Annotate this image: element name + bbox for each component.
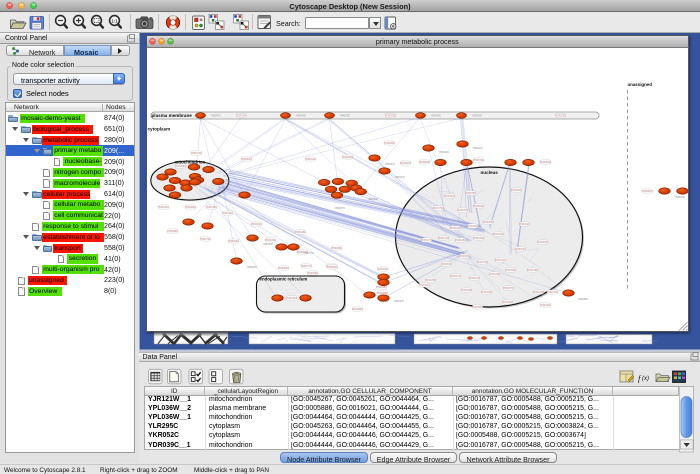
svg-text:(x): (x) [642,376,649,382]
svg-text:1:1: 1:1 [111,18,118,23]
